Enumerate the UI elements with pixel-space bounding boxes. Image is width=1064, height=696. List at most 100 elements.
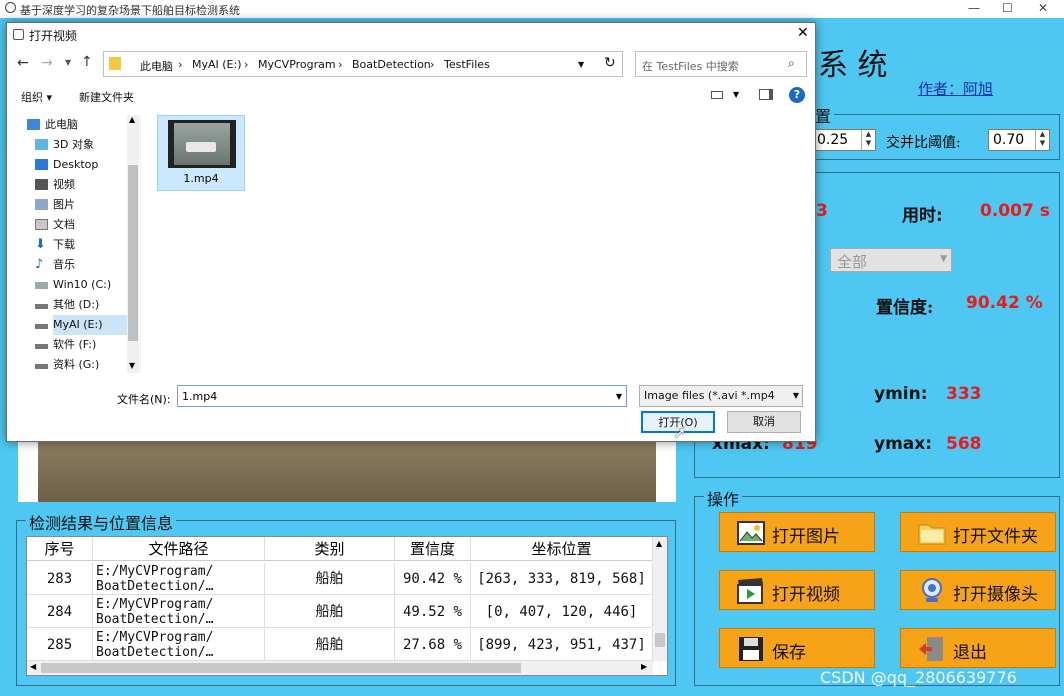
mouse-cursor-icon: ➚ [673, 423, 687, 442]
iou-threshold-spinbox[interactable]: 0.70 ▲ ▼ [988, 129, 1050, 151]
save-button[interactable]: 保存 [719, 628, 875, 668]
video-thumbnail [168, 120, 236, 168]
breadcrumb-mycvprogram[interactable]: MyCVProgram [258, 58, 336, 71]
video-icon [737, 578, 763, 604]
image-icon [737, 521, 765, 545]
time-value: 0.007 s [980, 201, 1050, 221]
column-header-bbox[interactable]: 坐标位置 [471, 537, 653, 561]
back-arrow-icon[interactable]: ← [17, 55, 29, 71]
file-item[interactable]: 1.mp4 [157, 115, 245, 191]
up-arrow-icon[interactable]: ↑ [81, 54, 93, 70]
filename-dropdown-icon[interactable]: ▼ [616, 392, 622, 401]
column-header-path[interactable]: 文件路径 [93, 537, 265, 561]
breadcrumb-this-pc[interactable]: 此电脑 [140, 58, 173, 74]
music-icon: ♪ [35, 257, 44, 272]
nav-item-this-pc[interactable]: 此电脑 [27, 115, 140, 135]
cancel-button[interactable]: 取消 [727, 411, 801, 433]
computer-icon [27, 119, 40, 130]
view-chevron-icon[interactable]: ▼ [733, 90, 739, 99]
recent-chevron-icon[interactable]: ▼ [65, 58, 71, 67]
search-box[interactable]: 在 TestFiles 中搜索 ⌕ [635, 51, 807, 77]
drive-icon [35, 304, 48, 309]
scroll-thumb[interactable] [655, 633, 665, 647]
confidence-threshold-spinbox[interactable]: 0.25 ▲ ▼ [812, 129, 876, 151]
time-label: 用时: [902, 206, 943, 226]
author-label: 作者：阿旭 [918, 80, 994, 98]
window-title: 基于深度学习的复杂场景下船舶目标检测系统 [20, 4, 240, 17]
boat-shape [186, 142, 216, 152]
dialog-close-icon[interactable]: ✕ [797, 25, 809, 41]
breadcrumb-separator-icon: › [430, 58, 435, 71]
scroll-up-icon[interactable]: ▲ [129, 115, 135, 124]
detection-results-title: 检测结果与位置信息 [26, 510, 177, 534]
nav-item-drive-e[interactable]: MyAI (E:) [35, 315, 129, 335]
help-icon[interactable]: ? [789, 87, 805, 103]
breadcrumb-drive[interactable]: MyAI (E:) [192, 58, 242, 71]
file-name: 1.mp4 [183, 172, 219, 185]
results-table[interactable]: 序号 文件路径 类别 置信度 坐标位置 283 E:/MyCVProgram/B… [26, 536, 668, 676]
filter-dropdown-icon: ▼ [792, 386, 799, 406]
chevron-down-icon: ▼ [940, 254, 947, 264]
search-placeholder: 在 TestFiles 中搜索 [642, 60, 739, 73]
new-folder-button[interactable]: 新建文件夹 [79, 89, 134, 105]
organize-menu[interactable]: 组织 ▾ [21, 89, 52, 105]
open-folder-button[interactable]: 打开文件夹 [900, 512, 1056, 552]
open-camera-button[interactable]: 打开摄像头 [900, 570, 1056, 610]
video-display-frame [18, 442, 676, 502]
breadcrumb-testfiles[interactable]: TestFiles [444, 58, 490, 71]
scroll-thumb[interactable] [128, 165, 138, 341]
scroll-right-icon[interactable]: ▶ [641, 662, 647, 671]
scroll-up-icon[interactable]: ▲ [656, 539, 662, 548]
address-bar[interactable]: 此电脑 › MyAI (E:) › MyCVProgram › BoatDete… [103, 51, 623, 77]
operations-group-title: 操作 [704, 486, 743, 510]
open-image-button[interactable]: 打开图片 [719, 512, 875, 552]
breadcrumb-separator-icon: › [178, 58, 183, 71]
csdn-watermark: CSDN @qq_2806639776 [820, 668, 1017, 687]
navigation-pane[interactable]: 此电脑 3D 对象 Desktop 视频 图片 文档 ⬇ 下载 ♪ 音乐 Win10… [7, 115, 141, 373]
scroll-thumb[interactable] [41, 663, 521, 673]
open-video-dialog: 打开视频 ✕ ← → ▼ ↑ 此电脑 › MyAI (E:) › MyCVPro… [6, 22, 816, 442]
column-header-id[interactable]: 序号 [27, 537, 93, 561]
document-icon [35, 219, 48, 230]
breadcrumb-boatdetection[interactable]: BoatDetection [352, 58, 431, 71]
close-window-button[interactable]: ✕ [1038, 1, 1048, 15]
refresh-icon[interactable]: ↻ [604, 55, 616, 71]
desktop-icon [35, 159, 48, 170]
breadcrumb-separator-icon: › [338, 58, 343, 71]
spin-arrows-icon[interactable]: ▲ ▼ [1035, 130, 1049, 150]
filename-input[interactable]: 1.mp4 ▼ [177, 385, 627, 407]
preview-pane-icon[interactable] [759, 89, 773, 100]
scroll-down-icon[interactable]: ▼ [129, 361, 135, 370]
spin-arrows-icon[interactable]: ▲ ▼ [861, 130, 875, 150]
maximize-button[interactable]: ☐ [1002, 1, 1013, 15]
view-options-icon[interactable] [711, 91, 723, 99]
nav-pane-scrollbar[interactable]: ▲ ▼ [127, 115, 139, 373]
ymax-value: 568 [946, 434, 982, 454]
drive-icon [35, 344, 48, 349]
confidence-label: 置信度: [876, 298, 934, 318]
iou-threshold-label: 交并比阈值: [886, 135, 961, 151]
column-header-class[interactable]: 类别 [265, 537, 395, 561]
table-horizontal-scrollbar[interactable]: ◀ ▶ [27, 661, 653, 675]
folder-icon [109, 57, 121, 70]
minimize-button[interactable]: — [968, 1, 980, 15]
cube-icon [35, 139, 48, 150]
video-folder-icon [35, 179, 48, 190]
exit-door-icon [919, 637, 943, 661]
file-type-filter-select[interactable]: Image files (*.avi *.mp4 *.wm ▼ [639, 385, 803, 407]
search-icon[interactable]: ⌕ [788, 56, 795, 71]
drive-icon [35, 282, 48, 289]
target-select[interactable]: 全部 ▼ [830, 248, 952, 272]
folder-icon [918, 524, 946, 545]
scroll-left-icon[interactable]: ◀ [30, 662, 36, 671]
table-vertical-scrollbar[interactable]: ▲ [653, 537, 667, 661]
forward-arrow-icon[interactable]: → [41, 55, 53, 71]
open-video-button[interactable]: 打开视频 [719, 570, 875, 610]
pictures-icon [35, 199, 48, 210]
address-dropdown-icon[interactable]: ▼ [578, 60, 584, 69]
breadcrumb-separator-icon: › [244, 58, 249, 71]
exit-button[interactable]: 退出 [900, 628, 1056, 668]
ymin-label: ymin: [874, 384, 928, 404]
ymin-value: 333 [946, 384, 982, 404]
column-header-confidence[interactable]: 置信度 [395, 537, 471, 561]
